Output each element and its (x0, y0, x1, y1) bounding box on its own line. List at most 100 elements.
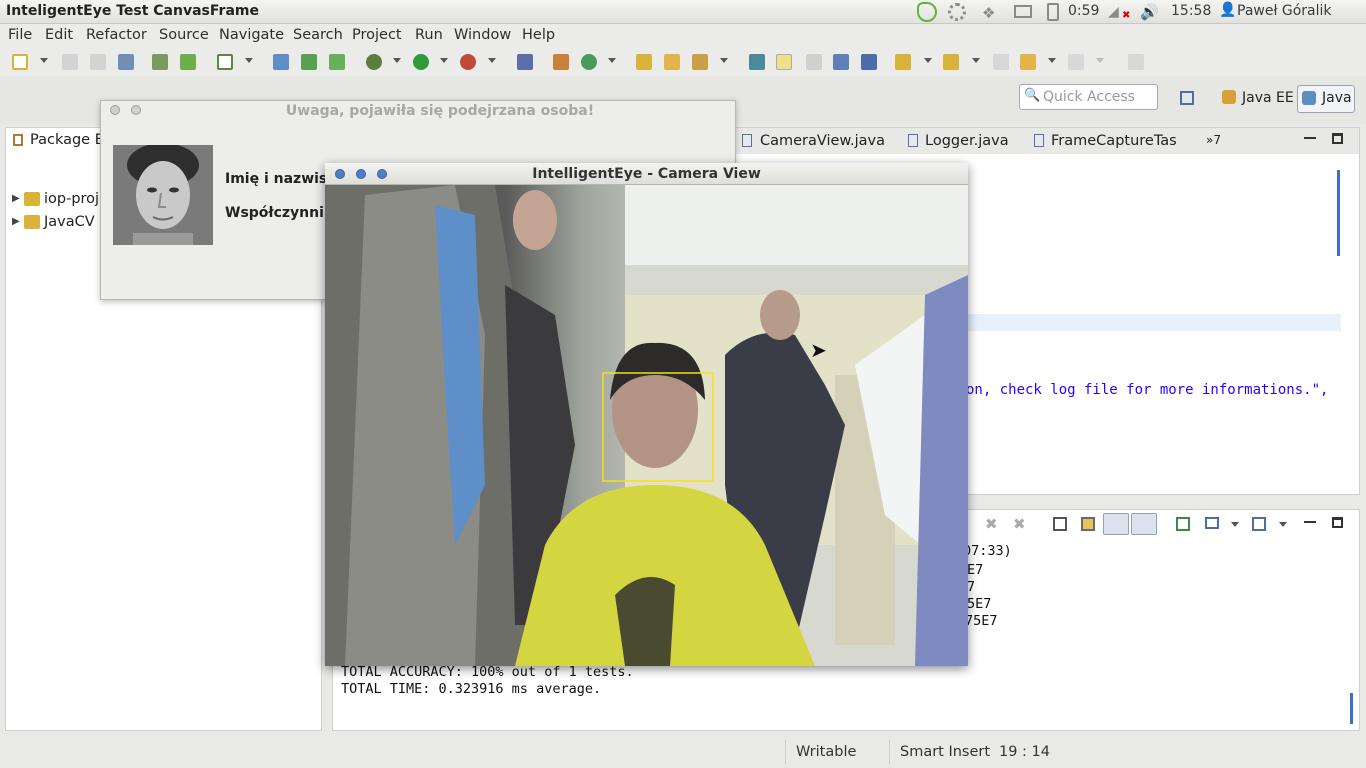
name-label: Imię i nazwisk (225, 171, 337, 187)
highlight-icon[interactable] (776, 54, 792, 70)
new-dropdown-icon[interactable] (40, 58, 48, 63)
search-dropdown-icon[interactable] (720, 58, 728, 63)
network-icon[interactable]: ◢ (1108, 4, 1119, 20)
remove-all-icon[interactable]: ✖ (1013, 515, 1026, 533)
next-annotation-dropdown-icon[interactable] (924, 58, 932, 63)
run-dropdown-icon[interactable] (440, 58, 448, 63)
menu-search[interactable]: Search (293, 27, 343, 43)
open-console-icon[interactable] (1252, 517, 1266, 531)
status-separator (785, 740, 786, 764)
refresh-icon[interactable] (581, 54, 597, 70)
status-bar (0, 738, 1366, 768)
maximize-icon[interactable] (1332, 133, 1343, 144)
status-cursor-position: 19 : 14 (999, 744, 1051, 760)
task-dropdown-icon[interactable] (245, 58, 253, 63)
clock[interactable]: 15:58 (1171, 3, 1211, 19)
expand-arrow-icon[interactable]: ▶ (12, 193, 20, 204)
battery-icon[interactable] (1047, 3, 1059, 21)
external-tools-dropdown-icon[interactable] (488, 58, 496, 63)
console-line: 07:33) (963, 543, 1012, 559)
new-class-icon[interactable] (329, 54, 345, 70)
menu-source[interactable]: Source (159, 27, 209, 43)
menu-file[interactable]: File (8, 27, 32, 43)
save-icon[interactable] (62, 54, 78, 70)
back-dropdown-icon[interactable] (1048, 58, 1056, 63)
debug-dropdown-icon[interactable] (393, 58, 401, 63)
remove-launch-icon[interactable]: ✖ (985, 515, 998, 533)
display-console-icon[interactable] (1205, 517, 1219, 529)
minimize-icon[interactable] (1304, 137, 1316, 139)
open-folder-icon[interactable] (636, 54, 652, 70)
forward-icon[interactable] (1068, 54, 1084, 70)
show-whitespace-icon[interactable] (833, 54, 849, 70)
clear-console-icon[interactable] (1053, 517, 1067, 531)
block-selection-icon[interactable] (806, 54, 822, 70)
open-type-icon[interactable] (273, 54, 289, 70)
scroll-lock-icon[interactable] (1081, 517, 1095, 531)
mail-icon[interactable] (1014, 5, 1032, 18)
save-all-icon[interactable] (90, 54, 106, 70)
perspective-java-label: Java (1322, 90, 1352, 106)
editor-scrollbar[interactable] (1337, 170, 1340, 256)
maximize-icon[interactable] (1332, 517, 1343, 528)
menu-project[interactable]: Project (352, 27, 402, 43)
tree-item-javacv[interactable]: JavaCV S (44, 214, 109, 230)
print-icon[interactable] (118, 54, 134, 70)
chat-icon[interactable] (917, 2, 937, 22)
open-perspective-icon[interactable] (1180, 91, 1194, 105)
import-icon[interactable] (152, 54, 168, 70)
pin-console-icon[interactable] (1176, 517, 1190, 531)
open-perspective-tool-icon[interactable] (553, 54, 569, 70)
forward-dropdown-icon[interactable] (1096, 58, 1104, 63)
dropbox-icon[interactable]: ❖ (982, 4, 998, 22)
external-tools-icon[interactable] (460, 54, 476, 70)
open-console-dropdown-icon[interactable] (1279, 522, 1287, 527)
menu-help[interactable]: Help (522, 27, 555, 43)
pin-editor-icon[interactable] (1128, 54, 1144, 70)
new-java-project-icon[interactable] (301, 54, 317, 70)
show-on-output-icon[interactable] (1103, 513, 1129, 535)
minimize-icon[interactable] (1304, 521, 1316, 523)
perspective-java-ee[interactable]: Java EE (1242, 90, 1294, 106)
display-console-dropdown-icon[interactable] (1231, 522, 1239, 527)
tree-item-iop-project[interactable]: iop-proje (44, 191, 108, 207)
face-icon (113, 145, 213, 245)
tab-overflow[interactable]: »7 (1206, 133, 1221, 147)
suspect-photo (113, 145, 213, 245)
paragraph-icon[interactable] (861, 54, 877, 70)
expand-arrow-icon[interactable]: ▶ (12, 216, 20, 227)
search-tool-icon[interactable] (692, 54, 708, 70)
last-edit-icon[interactable] (993, 54, 1009, 70)
prev-annotation-icon[interactable] (943, 54, 959, 70)
show-on-error-icon[interactable] (1131, 513, 1157, 535)
task-icon[interactable] (217, 54, 233, 70)
user-name[interactable]: Paweł Góralik (1237, 3, 1332, 19)
menu-edit[interactable]: Edit (45, 27, 73, 43)
menu-refactor[interactable]: Refactor (86, 27, 147, 43)
debug-icon[interactable] (366, 54, 382, 70)
console-scrollbar[interactable] (1350, 693, 1353, 724)
code-string: on, check log file for more informations… (966, 382, 1329, 398)
menu-window[interactable]: Window (454, 27, 511, 43)
new-icon[interactable] (12, 54, 28, 70)
menu-navigate[interactable]: Navigate (219, 27, 284, 43)
tab-logger[interactable]: Logger.java (925, 133, 1009, 149)
tab-framecapture[interactable]: FrameCaptureTas (1051, 133, 1177, 149)
refresh-dropdown-icon[interactable] (608, 58, 616, 63)
back-icon[interactable] (1020, 54, 1036, 70)
skip-breakpoints-icon[interactable] (517, 54, 533, 70)
java-file-icon (908, 134, 918, 147)
open-resource-icon[interactable] (664, 54, 680, 70)
menu-run[interactable]: Run (415, 27, 443, 43)
tab-cameraview[interactable]: CameraView.java (760, 133, 885, 149)
java-perspective-icon (1302, 91, 1316, 105)
export-icon[interactable] (180, 54, 196, 70)
coefficient-label: Współczynnik (225, 205, 334, 221)
volume-icon[interactable]: 🔊 (1140, 3, 1159, 21)
next-annotation-icon[interactable] (895, 54, 911, 70)
network-error-icon: ✖ (1122, 10, 1131, 21)
toggle-mark-icon[interactable] (749, 54, 765, 70)
settings-gear-icon[interactable] (948, 3, 966, 21)
prev-annotation-dropdown-icon[interactable] (972, 58, 980, 63)
run-icon[interactable] (413, 54, 429, 70)
